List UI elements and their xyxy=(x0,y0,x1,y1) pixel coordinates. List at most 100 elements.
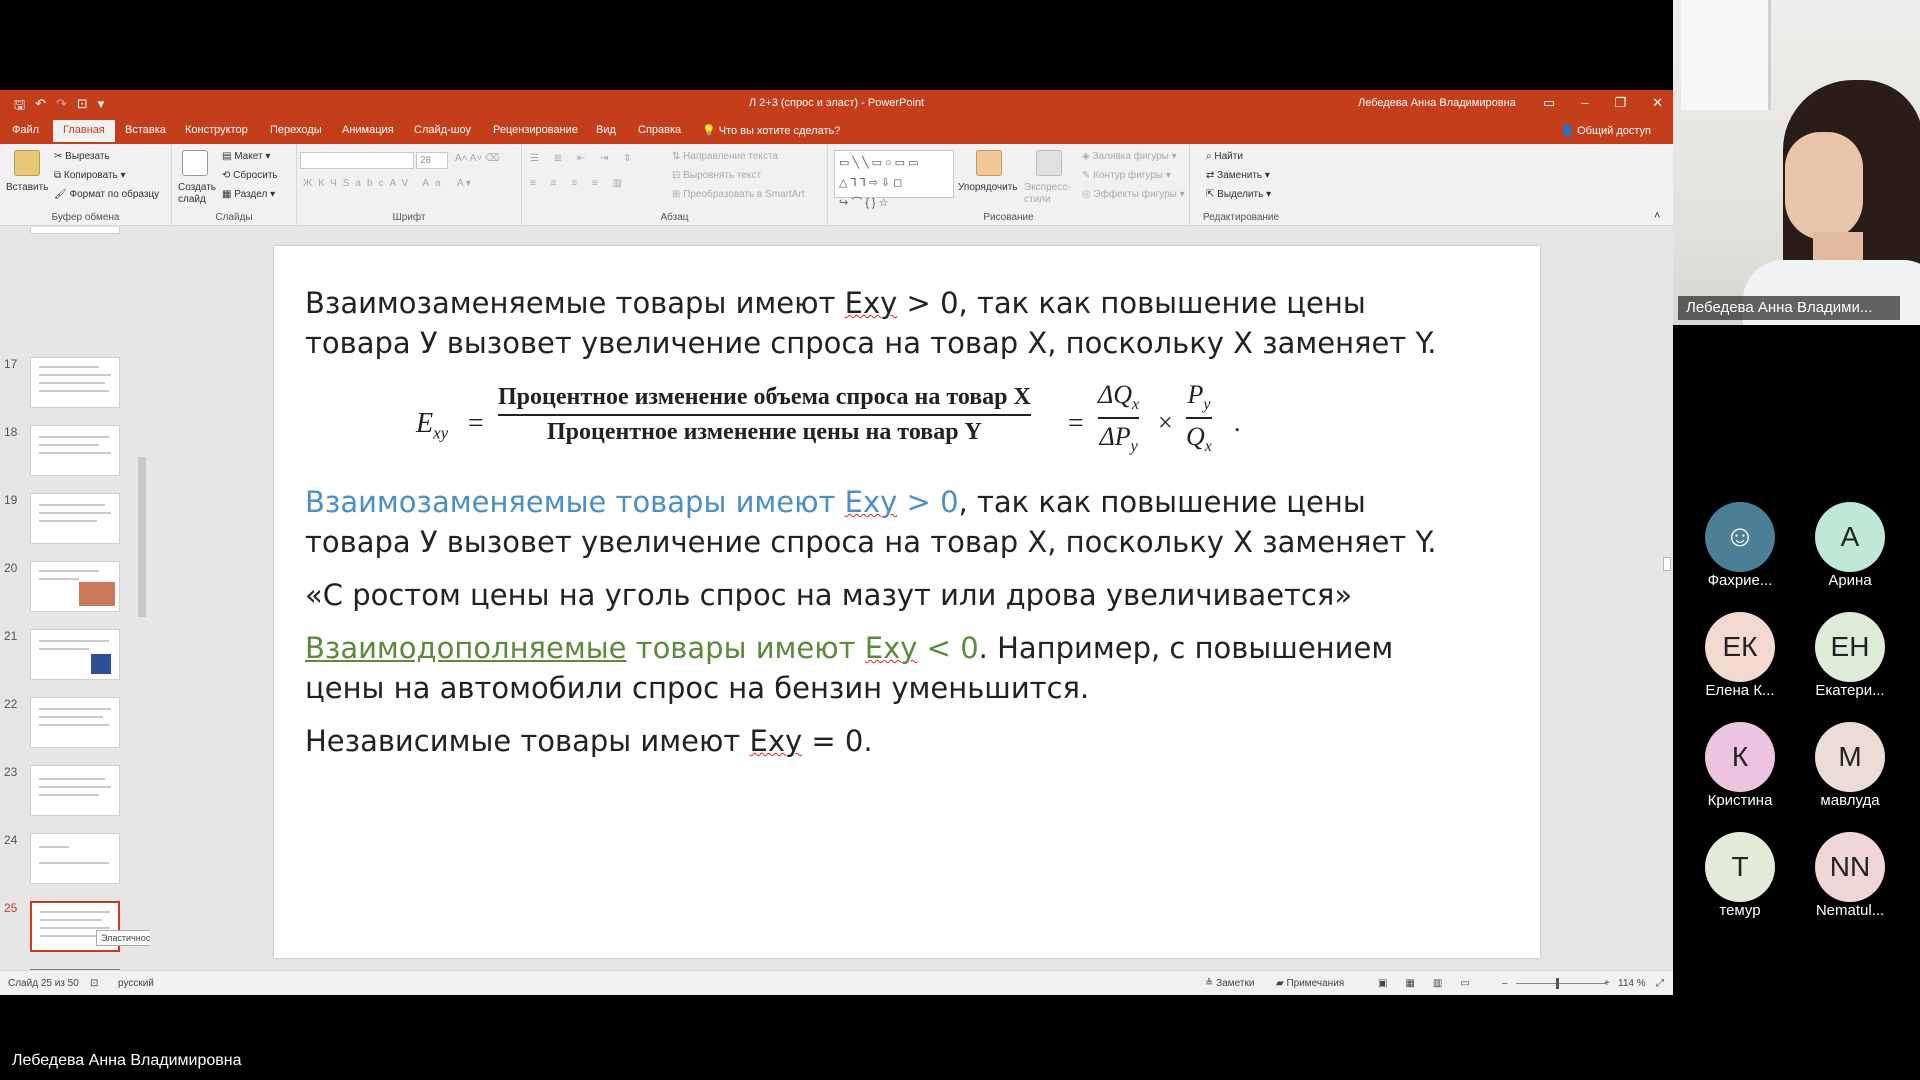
text-direction-button[interactable]: ⇅ Направление текста xyxy=(672,151,778,162)
cut-button[interactable]: ✂ Вырезать xyxy=(54,151,110,162)
participant-tile[interactable]: ЕК Елена К... xyxy=(1695,612,1785,699)
zoom-level[interactable]: 114 % xyxy=(1618,978,1646,989)
slide-thumbnail[interactable] xyxy=(30,833,120,884)
zoom-out-icon[interactable]: – xyxy=(1502,978,1508,989)
slide-paragraph-4[interactable]: Независимые товары имеют Exy = 0. xyxy=(305,721,1525,761)
slide-thumbnail[interactable] xyxy=(30,697,120,748)
fit-to-window-icon[interactable]: ⤢ xyxy=(1656,978,1664,989)
tell-me-search[interactable]: 💡 Что вы хотите сделать? xyxy=(702,124,840,137)
smartart-button[interactable]: ⊞ Преобразовать в SmartArt xyxy=(672,189,804,200)
tab-help[interactable]: Справка xyxy=(638,124,681,136)
participant-name: Екатери... xyxy=(1815,682,1885,699)
paste-icon[interactable] xyxy=(14,150,40,176)
participant-tile[interactable]: М мавлуда xyxy=(1805,722,1895,809)
collapse-ribbon-icon[interactable]: ˄ xyxy=(1654,210,1660,222)
ribbon-display-icon[interactable]: ▭ xyxy=(1543,95,1555,111)
tab-review[interactable]: Рецензирование xyxy=(493,124,578,136)
participant-tile[interactable]: NN Nematul... xyxy=(1805,832,1895,919)
format-painter-button[interactable]: 🖌 Формат по образцу xyxy=(54,189,159,200)
slide-thumbnail[interactable] xyxy=(30,629,120,680)
font-format-buttons[interactable]: ЖКЧSabcAV Aa xyxy=(303,178,447,189)
list-buttons[interactable]: ☰ ≣ ⇤ ⇥ ⇕ xyxy=(530,153,638,164)
new-slide-icon[interactable] xyxy=(182,150,208,176)
clipboard-group-label: Буфер обмена xyxy=(51,212,120,223)
slides-group: Создать слайд ▤ Макет ▾ ⟲ Сбросить ▦ Раз… xyxy=(172,144,297,226)
elasticity-formula[interactable]: Exy = Процентное изменение объема спроса… xyxy=(416,380,1316,474)
shape-fill-button[interactable]: ◈ Заливка фигуры ▾ xyxy=(1082,151,1177,162)
tab-design[interactable]: Конструктор xyxy=(185,124,248,136)
restore-icon[interactable]: ❐ xyxy=(1614,95,1626,111)
scrollbar-thumb[interactable] xyxy=(138,457,146,617)
slide-quote[interactable]: «С ростом цены на уголь спрос на мазут и… xyxy=(305,575,1525,615)
tab-home[interactable]: Главная xyxy=(53,120,115,142)
zoom-slider[interactable] xyxy=(1516,983,1606,984)
align-text-button[interactable]: ⊟ Выровнять текст xyxy=(672,170,761,181)
shape-effects-button[interactable]: ◎ Эффекты фигуры ▾ xyxy=(1082,189,1185,200)
thumbnail-scrollbar[interactable] xyxy=(136,227,148,971)
scrollbar-thumb[interactable] xyxy=(1663,557,1671,571)
slide-scrollbar[interactable] xyxy=(1660,227,1673,971)
notes-button[interactable]: ≜ Заметки xyxy=(1205,978,1254,989)
share-button[interactable]: 👤 Общий доступ xyxy=(1560,124,1651,137)
scissors-icon: ✂ xyxy=(54,151,66,162)
layout-button[interactable]: ▤ Макет ▾ xyxy=(222,151,270,162)
zoom-in-icon[interactable]: + xyxy=(1604,978,1610,989)
arrange-icon[interactable] xyxy=(976,150,1002,176)
tab-slideshow[interactable]: Слайд-шоу xyxy=(414,124,471,136)
comments-button[interactable]: ▰ Примечания xyxy=(1276,978,1344,989)
participant-tile[interactable]: К Кристина xyxy=(1695,722,1785,809)
section-button[interactable]: ▦ Раздел ▾ xyxy=(222,189,275,200)
participant-tile[interactable]: A Арина xyxy=(1805,502,1895,589)
paste-button[interactable]: Вставить xyxy=(6,182,48,193)
grow-font-icon[interactable]: A˄ A˅ ⌫ xyxy=(455,153,499,164)
participant-tile[interactable]: Т темур xyxy=(1695,832,1785,919)
participant-tile[interactable]: ☺ Фахрие... xyxy=(1695,502,1785,589)
tab-file[interactable]: Файл xyxy=(12,124,39,136)
replace-button[interactable]: ⇄ Заменить ▾ xyxy=(1206,170,1270,181)
quick-styles-button[interactable]: Экспресс-стили xyxy=(1024,182,1074,206)
quick-styles-icon[interactable] xyxy=(1036,150,1062,176)
shape-outline-button[interactable]: ✎ Контур фигуры ▾ xyxy=(1082,170,1171,181)
tab-insert[interactable]: Вставка xyxy=(125,124,166,136)
arrange-button[interactable]: Упорядочить xyxy=(958,182,1018,193)
reset-button[interactable]: ⟲ Сбросить xyxy=(222,170,278,181)
status-bar: Слайд 25 из 50 ⊡ русский ≜ Заметки ▰ При… xyxy=(0,970,1673,995)
presenter-face xyxy=(1785,132,1863,240)
select-button[interactable]: ⇱ Выделить ▾ xyxy=(1206,189,1271,200)
presenter-video[interactable]: Лебедева Анна Владими... xyxy=(1673,0,1920,325)
tab-transitions[interactable]: Переходы xyxy=(270,124,322,136)
account-name[interactable]: Лебедева Анна Владимировна xyxy=(1358,97,1516,109)
thumbnail-row: 20 xyxy=(0,561,150,617)
slide-thumbnail-16[interactable] xyxy=(30,227,120,234)
slide-thumbnail[interactable] xyxy=(30,493,120,544)
avatar: A xyxy=(1815,502,1885,572)
language-indicator[interactable]: русский xyxy=(118,978,154,989)
view-buttons[interactable]: ▣▦▥▭ xyxy=(1378,978,1488,989)
slide-paragraph-3[interactable]: Взаимодополняемые товары имеют Exy < 0. … xyxy=(305,628,1525,708)
spellcheck-icon[interactable]: ⊡ xyxy=(90,978,98,989)
close-icon[interactable]: ✕ xyxy=(1652,95,1663,111)
font-color-icon[interactable]: A ▾ xyxy=(457,178,471,189)
tab-view[interactable]: Вид xyxy=(596,124,616,136)
slide-thumbnail[interactable] xyxy=(30,425,120,476)
slide-thumbnail[interactable] xyxy=(30,561,120,612)
font-size-dropdown[interactable]: 28 xyxy=(416,152,448,169)
avatar: ☺ xyxy=(1705,502,1775,572)
copy-button[interactable]: ⧉ Копировать ▾ xyxy=(54,170,126,181)
zoom-slider-thumb[interactable] xyxy=(1556,978,1559,989)
alignment-buttons[interactable]: ≡ ≡ ≡ ≡ ▥ xyxy=(530,178,628,189)
tab-animations[interactable]: Анимация xyxy=(342,124,394,136)
slide-paragraph-2[interactable]: Взаимозаменяемые товары имеют Exy > 0, т… xyxy=(305,482,1525,562)
participant-tile[interactable]: ЕН Екатери... xyxy=(1805,612,1895,699)
slide-number-active: 25 xyxy=(4,901,18,915)
slide-thumbnail[interactable] xyxy=(30,765,120,816)
font-name-dropdown[interactable] xyxy=(300,152,414,169)
minimize-icon[interactable]: – xyxy=(1581,95,1588,111)
slides-group-label: Слайды xyxy=(215,212,253,223)
slide-paragraph-1[interactable]: Взаимозаменяемые товары имеют Exy > 0, т… xyxy=(305,283,1525,363)
shapes-gallery[interactable]: ▭╲╲▭○▭▭ △⅂⅂⇨⇩◻ ↪⌒{}☆ xyxy=(834,150,954,209)
new-slide-button[interactable]: Создать слайд xyxy=(178,182,218,206)
slide[interactable]: Взаимозаменяемые товары имеют Exy > 0, т… xyxy=(274,246,1540,958)
find-button[interactable]: ⌕ Найти xyxy=(1206,151,1243,162)
slide-thumbnail[interactable] xyxy=(30,357,120,408)
